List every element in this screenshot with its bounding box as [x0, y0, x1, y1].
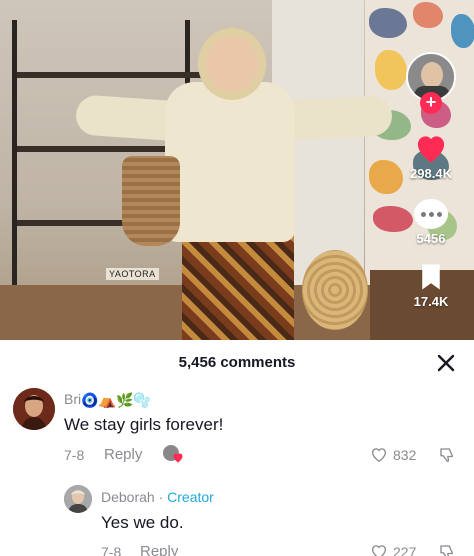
reply-button[interactable]: Reply: [140, 543, 178, 556]
heart-outline-icon[interactable]: [370, 446, 388, 463]
like-count: 298.4K: [410, 166, 452, 181]
comments-title: 5,456 comments: [178, 354, 296, 371]
creator-tag: Creator: [167, 489, 214, 505]
follow-plus-icon[interactable]: +: [420, 92, 442, 114]
book-spine-label: YAOTORA: [106, 268, 159, 280]
bookmark-icon[interactable]: [418, 262, 444, 292]
person-head: [206, 36, 258, 92]
save-action[interactable]: 17.4K: [413, 262, 449, 309]
comment-date: 7-8: [64, 447, 85, 463]
reply-username[interactable]: Deborah · Creator: [101, 489, 214, 505]
avatar[interactable]: [13, 388, 55, 430]
heart-outline-icon[interactable]: [370, 543, 388, 556]
username-emojis: 🧿⛺🌿🫧: [81, 391, 151, 408]
reply-button[interactable]: Reply: [104, 446, 142, 463]
close-icon[interactable]: [434, 351, 458, 375]
comment-bubble-icon[interactable]: [414, 199, 448, 229]
like-count: 227: [393, 543, 417, 556]
username-text[interactable]: Bri: [64, 391, 81, 407]
comment-action[interactable]: 5456: [414, 199, 448, 246]
creator-avatar[interactable]: +: [406, 52, 456, 114]
patterned-skirt: [182, 232, 294, 340]
comment-text: We stay girls forever!: [64, 415, 224, 434]
woven-basket-bag: [122, 156, 180, 246]
like-count: 832: [393, 446, 417, 463]
round-basket: [302, 250, 368, 330]
video-player[interactable]: YAOTORA + 298.4K 5456 17.4K: [0, 0, 474, 340]
dislike-icon[interactable]: [438, 446, 456, 464]
right-arm: [279, 95, 393, 141]
like-action[interactable]: 298.4K: [410, 132, 452, 181]
avatar[interactable]: [64, 485, 92, 513]
creator-liked-badge: [162, 444, 184, 464]
save-count: 17.4K: [413, 294, 449, 309]
reply-text: Yes we do.: [101, 513, 184, 532]
comments-sheet: 5,456 comments Bri🧿⛺🌿🫧 We stay girls for…: [0, 340, 474, 556]
cable-knit-sweater: [165, 82, 295, 242]
heart-icon[interactable]: [413, 132, 449, 164]
reply-date: 7-8: [101, 544, 122, 556]
small-heart-icon: [173, 453, 183, 463]
comments-header: 5,456 comments: [0, 340, 474, 386]
username-text[interactable]: Deborah: [101, 489, 155, 505]
comment-like[interactable]: 832: [370, 446, 416, 463]
dislike-icon[interactable]: [438, 543, 456, 556]
comment-count: 5456: [416, 231, 446, 246]
name-separator: ·: [154, 489, 168, 505]
action-rail: + 298.4K 5456 17.4K: [402, 52, 460, 309]
comment-username[interactable]: Bri🧿⛺🌿🫧: [64, 391, 151, 409]
reply-like[interactable]: 227: [370, 543, 416, 556]
